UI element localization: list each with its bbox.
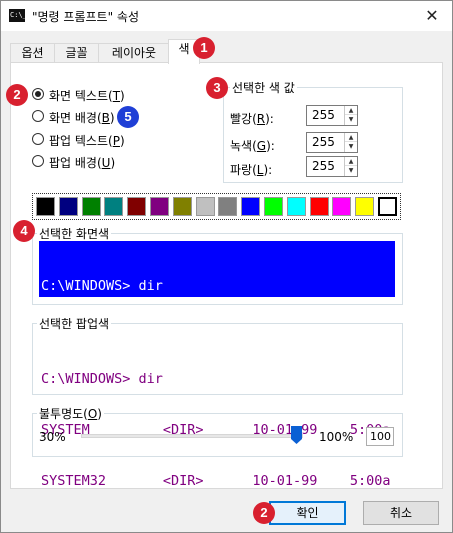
- color-swatch[interactable]: [264, 197, 283, 216]
- color-swatch[interactable]: [218, 197, 238, 216]
- radio-button[interactable]: [32, 110, 44, 122]
- radio-button-selected[interactable]: [32, 88, 44, 100]
- color-swatch[interactable]: [81, 197, 101, 216]
- tab-font[interactable]: 글꼴: [54, 43, 99, 63]
- color-swatch[interactable]: [355, 197, 375, 216]
- preview-line: C:\WINDOWS> dir: [41, 278, 163, 294]
- opacity-value: 100: [366, 427, 394, 446]
- spin-down-icon[interactable]: ▼: [345, 166, 357, 175]
- color-palette: [32, 193, 401, 220]
- red-value-spinner[interactable]: 255 ▲ ▼: [306, 105, 358, 126]
- color-swatch[interactable]: [150, 197, 169, 216]
- window-title: "명령 프롬프트" 속성: [32, 10, 139, 24]
- green-value-spinner[interactable]: 255 ▲ ▼: [306, 132, 358, 153]
- spin-down-icon[interactable]: ▼: [345, 115, 357, 124]
- color-swatch[interactable]: [195, 197, 215, 216]
- properties-dialog: C:\_ "명령 프롬프트" 속성 ✕ 옵션 글꼴 레이아웃 색 1 2 화면 …: [0, 0, 453, 533]
- color-swatch[interactable]: [58, 197, 78, 216]
- opacity-slider-track[interactable]: [81, 434, 303, 438]
- group-title: 선택한 화면색: [37, 225, 112, 242]
- access-key: U: [101, 156, 111, 170]
- opacity-max-label: 100%: [319, 430, 354, 444]
- radio-label: 팝업 배경: [49, 156, 97, 170]
- annotation-badge: 2: [253, 502, 275, 524]
- annotation-badge: 3: [206, 77, 228, 99]
- annotation-badge: 5: [117, 106, 139, 128]
- color-swatch[interactable]: [36, 197, 55, 216]
- green-label: 녹색(G):: [230, 139, 275, 153]
- radio-label: 팝업 텍스트: [49, 134, 109, 148]
- spin-up-icon[interactable]: ▲: [345, 133, 357, 142]
- spin-up-icon[interactable]: ▲: [345, 106, 357, 115]
- annotation-badge: 4: [13, 220, 35, 242]
- radio-button[interactable]: [32, 155, 44, 167]
- blue-label: 파랑(L):: [230, 163, 273, 177]
- spin-up-icon[interactable]: ▲: [345, 157, 357, 166]
- color-swatch[interactable]: [286, 197, 306, 216]
- color-swatch[interactable]: [378, 197, 397, 216]
- title-bar: C:\_ "명령 프롬프트" 속성 ✕: [1, 1, 452, 31]
- close-button[interactable]: ✕: [412, 1, 452, 31]
- screen-color-preview: C:\WINDOWS> dir SYSTEM <DIR> 10-01-99 5:…: [39, 241, 395, 396]
- red-label: 빨강(R):: [230, 112, 274, 126]
- group-title: 불투명도(O): [37, 405, 104, 422]
- access-key: P: [112, 134, 120, 148]
- group-title: 선택한 팝업색: [37, 315, 112, 332]
- annotation-badge: 1: [193, 37, 215, 59]
- preview-line: C:\WINDOWS> dir: [41, 371, 163, 387]
- color-swatch[interactable]: [241, 197, 261, 216]
- color-swatch[interactable]: [332, 197, 352, 216]
- preview-line: SYSTEM32 <DIR> 10-01-99 5:00a: [41, 473, 391, 489]
- color-swatch[interactable]: [104, 197, 124, 216]
- group-title: 선택한 색 값: [230, 79, 297, 96]
- tab-layout[interactable]: 레이아웃: [98, 43, 170, 63]
- access-key: B: [101, 111, 110, 125]
- radio-label: 화면 텍스트: [49, 89, 109, 103]
- annotation-badge: 2: [6, 84, 28, 106]
- color-swatch[interactable]: [309, 197, 329, 216]
- popup-color-preview: C:\WINDOWS> dir SYSTEM <DIR> 10-01-99 5:…: [39, 334, 395, 489]
- cancel-button[interactable]: 취소: [363, 501, 439, 525]
- blue-value-spinner[interactable]: 255 ▲ ▼: [306, 156, 358, 177]
- close-icon: ✕: [425, 6, 439, 25]
- tab-options[interactable]: 옵션: [10, 43, 55, 63]
- radio-label: 화면 배경: [49, 111, 97, 125]
- access-key: T: [112, 89, 121, 103]
- color-swatch[interactable]: [172, 197, 192, 216]
- color-swatch[interactable]: [127, 197, 147, 216]
- opacity-min-label: 30%: [39, 430, 66, 444]
- spin-down-icon[interactable]: ▼: [345, 142, 357, 151]
- blue-value[interactable]: 255: [312, 159, 335, 173]
- ok-button[interactable]: 확인: [269, 501, 346, 525]
- red-value[interactable]: 255: [312, 108, 335, 122]
- radio-button[interactable]: [32, 133, 44, 145]
- command-prompt-icon: C:\_: [9, 9, 27, 22]
- green-value[interactable]: 255: [312, 135, 335, 149]
